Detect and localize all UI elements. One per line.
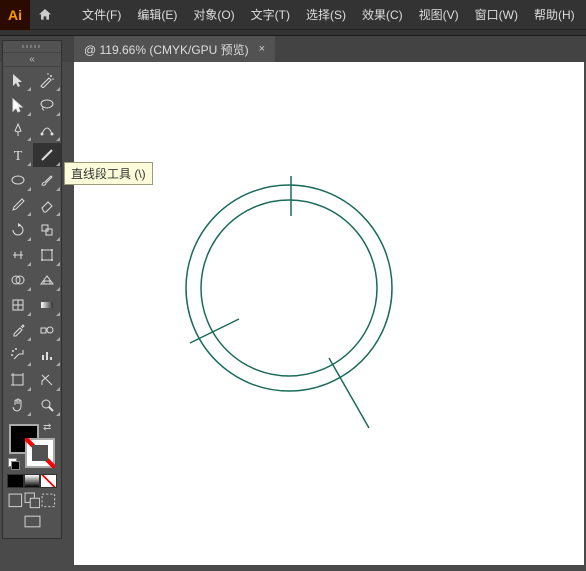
panel-collapse-icon[interactable]: «	[3, 53, 61, 67]
tools-panel: « T ⇄	[2, 40, 62, 539]
magic-wand-tool[interactable]	[33, 68, 61, 92]
paintbrush-tool[interactable]	[33, 168, 61, 192]
app-logo: Ai	[0, 0, 30, 30]
mesh-tool[interactable]	[4, 293, 32, 317]
color-mode-gradient[interactable]	[24, 474, 41, 488]
fill-stroke-swatch[interactable]: ⇄	[3, 422, 61, 472]
color-mode-row	[3, 474, 61, 488]
line-segment-tool[interactable]	[33, 143, 61, 167]
draw-screen-mode-row	[3, 488, 61, 509]
pencil-tool[interactable]	[4, 193, 32, 217]
svg-text:T: T	[13, 149, 22, 163]
eraser-tool[interactable]	[33, 193, 61, 217]
draw-normal-icon[interactable]	[7, 492, 24, 509]
artboard-tool[interactable]	[4, 368, 32, 392]
draw-inside-icon[interactable]	[40, 492, 57, 509]
document-tab-bar: @ 119.66% (CMYK/GPU 预览) ×	[0, 36, 586, 62]
panel-grip[interactable]	[3, 41, 61, 53]
menu-view[interactable]: 视图(V)	[411, 0, 467, 30]
gradient-tool[interactable]	[33, 293, 61, 317]
main-menu: 文件(F) 编辑(E) 对象(O) 文字(T) 选择(S) 效果(C) 视图(V…	[74, 0, 583, 30]
tool-tooltip: 直线段工具 (\)	[64, 162, 153, 185]
artwork-content	[74, 62, 584, 569]
color-mode-none[interactable]	[40, 474, 57, 488]
pen-tool[interactable]	[4, 118, 32, 142]
close-tab-icon[interactable]: ×	[259, 43, 265, 55]
width-tool[interactable]	[4, 243, 32, 267]
zoom-tool[interactable]	[33, 393, 61, 417]
perspective-grid-tool[interactable]	[33, 268, 61, 292]
shape-builder-tool[interactable]	[4, 268, 32, 292]
canvas-border-bottom	[74, 565, 584, 569]
app-topbar: Ai 文件(F) 编辑(E) 对象(O) 文字(T) 选择(S) 效果(C) 视…	[0, 0, 586, 30]
menu-help[interactable]: 帮助(H)	[526, 0, 583, 30]
menu-type[interactable]: 文字(T)	[243, 0, 298, 30]
free-transform-tool[interactable]	[33, 243, 61, 267]
type-tool[interactable]: T	[4, 143, 32, 167]
slice-tool[interactable]	[33, 368, 61, 392]
selection-tool[interactable]	[4, 68, 32, 92]
screen-mode-button[interactable]	[24, 513, 41, 530]
draw-behind-icon[interactable]	[24, 492, 41, 509]
document-tab-label: @ 119.66% (CMYK/GPU 预览)	[84, 41, 249, 58]
menu-effect[interactable]: 效果(C)	[354, 0, 411, 30]
stroke-swatch[interactable]	[25, 438, 55, 468]
default-fill-stroke-icon[interactable]	[8, 458, 18, 468]
screen-mode-row	[3, 509, 61, 530]
swap-fill-stroke-icon[interactable]: ⇄	[43, 422, 51, 433]
column-graph-tool[interactable]	[33, 343, 61, 367]
lasso-tool[interactable]	[33, 93, 61, 117]
rotate-tool[interactable]	[4, 218, 32, 242]
ellipse-tool[interactable]	[4, 168, 32, 192]
eyedropper-tool[interactable]	[4, 318, 32, 342]
curvature-tool[interactable]	[33, 118, 61, 142]
menu-object[interactable]: 对象(O)	[185, 0, 242, 30]
hand-tool[interactable]	[4, 393, 32, 417]
symbol-sprayer-tool[interactable]	[4, 343, 32, 367]
canvas[interactable]	[74, 62, 584, 569]
direct-selection-tool[interactable]	[4, 93, 32, 117]
document-tab[interactable]: @ 119.66% (CMYK/GPU 预览) ×	[74, 36, 275, 62]
blend-tool[interactable]	[33, 318, 61, 342]
scale-tool[interactable]	[33, 218, 61, 242]
menu-file[interactable]: 文件(F)	[74, 0, 129, 30]
home-icon[interactable]	[30, 0, 60, 30]
menu-edit[interactable]: 编辑(E)	[129, 0, 185, 30]
color-mode-solid[interactable]	[7, 474, 24, 488]
menu-select[interactable]: 选择(S)	[298, 0, 354, 30]
menu-window[interactable]: 窗口(W)	[467, 0, 526, 30]
